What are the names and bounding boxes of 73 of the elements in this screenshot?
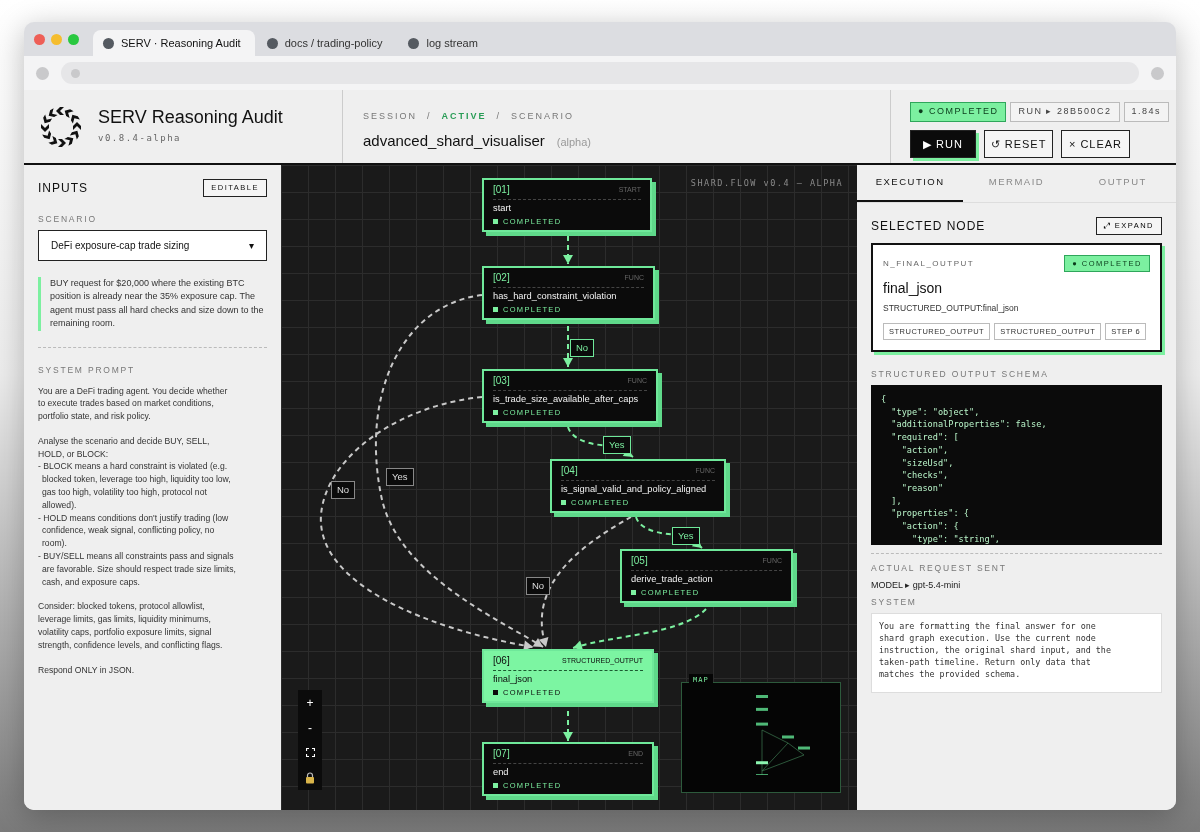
node-index: [06] (493, 655, 510, 668)
lock-icon (305, 771, 315, 784)
maximize-window-dot[interactable] (68, 33, 79, 45)
breadcrumb-item: SESSION (363, 110, 417, 123)
node-name: final_json (493, 673, 534, 686)
minimap[interactable] (681, 682, 841, 793)
tab-favicon-icon (408, 37, 420, 49)
node-name: end (493, 766, 510, 779)
node-name: is_trade_size_available_after_caps (493, 393, 640, 406)
field-label: SYSTEM (871, 596, 918, 609)
site-icon (71, 68, 80, 78)
node-name: has_hard_constraint_violation (493, 290, 618, 303)
prompt-text: Analyse the scenario and decide BUY, SELL, HOLD, or BLOCK: (38, 434, 211, 461)
version-label: v0.8.4-alpha (98, 131, 183, 145)
prompt-text: - HOLD means conditions don't justify trading (low confidence, weak signal, conflicting policy, no room). (38, 511, 230, 551)
node-subtitle: STRUCTURED_OUTPUT:final_json (883, 302, 1020, 315)
breadcrumb-separator: / (427, 110, 432, 123)
breadcrumb-item: ACTIVE (441, 110, 487, 123)
watermark-label: SHARD.FLOW v0.4 — ALPHA (690, 177, 843, 190)
edge-label: Yes (672, 527, 700, 546)
minimize-window-dot[interactable] (51, 33, 62, 45)
prompt-text: Respond ONLY in JSON. (38, 663, 136, 677)
node-index: [02] (493, 272, 510, 285)
node-name: start (493, 202, 513, 215)
run-id-badge: RUN ▸ 28B500C2 (1010, 102, 1120, 122)
breadcrumb-item: SCENARIO (511, 110, 575, 123)
node-index: [05] (631, 555, 648, 568)
browser-tab[interactable]: docs / trading-policy (256, 30, 397, 56)
node-name: is_signal_valid_and_policy_aligned (561, 483, 708, 496)
close-window-dot[interactable] (34, 33, 45, 45)
tab-favicon-icon (103, 37, 114, 49)
node-name: derive_trade_action (631, 573, 714, 586)
breadcrumb-separator: / (496, 110, 502, 123)
node-id: N_FINAL_OUTPUT (883, 257, 975, 270)
code-block: { "type": "object", "additionalProperties": false, "required": [ "action", "sizeUsd", "checks", "reason" ], "properties": { "action": { "type": "string", (871, 385, 1162, 545)
section-title: SELECTED NODE (871, 218, 986, 235)
edge-label: No (526, 577, 551, 596)
run-button[interactable]: ▶ RUN (910, 129, 976, 158)
prompt-text: You are a DeFi trading agent. You decide whether to execute trades based on market conditions, portfolio state, and risk policy. (38, 384, 229, 423)
scenario-select[interactable]: DeFi exposure-cap trade sizing ▾ (38, 229, 267, 261)
edge-label: No (331, 481, 356, 500)
prompt-text: Consider: blocked tokens, protocol allowlist, leverage limits, gas limits, liquidity minimums, volatility caps, portfolio exposure limits, signal strength, confidence levels, and conflicting flags. (38, 600, 224, 652)
scenario-description: BUY request for $20,000 where the existing BTC position is already near the 35% exposure cap. The agent must pass all hard checks and size down to the remaining room. (38, 276, 267, 331)
node-title: final_json (883, 279, 944, 299)
address-bar[interactable] (61, 62, 1139, 84)
node-index: [04] (561, 465, 578, 478)
edge-label: Yes (603, 436, 631, 455)
scenario-name: advanced_shard_visualiser (363, 130, 545, 151)
model-label: MODEL ▸ gpt-5.4-mini (871, 578, 962, 592)
section-label: SYSTEM PROMPT (38, 363, 137, 377)
prompt-text: - BUY/SELL means all constraints pass and signals are favorable. Size should respect trade size limits, cash, and exposure caps. (38, 550, 236, 589)
field-label: SCENARIO (38, 213, 98, 226)
section-label: ACTUAL REQUEST SENT (871, 562, 1008, 575)
node-index: [01] (493, 184, 510, 197)
fullscreen-icon (305, 748, 315, 757)
node-index: [07] (493, 748, 510, 761)
browser-tab[interactable]: log stream (398, 30, 492, 56)
panel-tab[interactable]: EXECUTION (857, 165, 964, 202)
section-label: STRUCTURED OUTPUT SCHEMA (871, 368, 1050, 381)
tab-favicon-icon (266, 37, 278, 49)
system-message: You are formatting the final answer for one shard graph execution. Use the current node instruction, the original shard input, and the taken-path timeline. Return only data that matches the provided schema. (871, 613, 1162, 693)
node-index: [03] (493, 375, 510, 388)
toolbar-button[interactable]: ↺ RESET (984, 129, 1053, 158)
toolbar-button[interactable]: × CLEAR (1061, 129, 1130, 158)
edge-label: No (570, 339, 595, 358)
edge-label: Yes (386, 468, 414, 487)
browser-tab[interactable]: SERV · Reasoning Audit (93, 30, 255, 56)
duration-badge: 1.84s (1123, 102, 1170, 122)
status-badge: ● COMPLETED (910, 102, 1007, 122)
panel-title: INPUTS (38, 180, 88, 197)
prompt-text: - BLOCK means a hard constraint is violated (e.g. blocked token, leverage too high, liquidity too low, gas too high, volatility too high, protocol not allowed). (38, 460, 232, 512)
app-title: SERV Reasoning Audit (98, 107, 283, 128)
scenario-tag: (alpha) (556, 133, 592, 150)
